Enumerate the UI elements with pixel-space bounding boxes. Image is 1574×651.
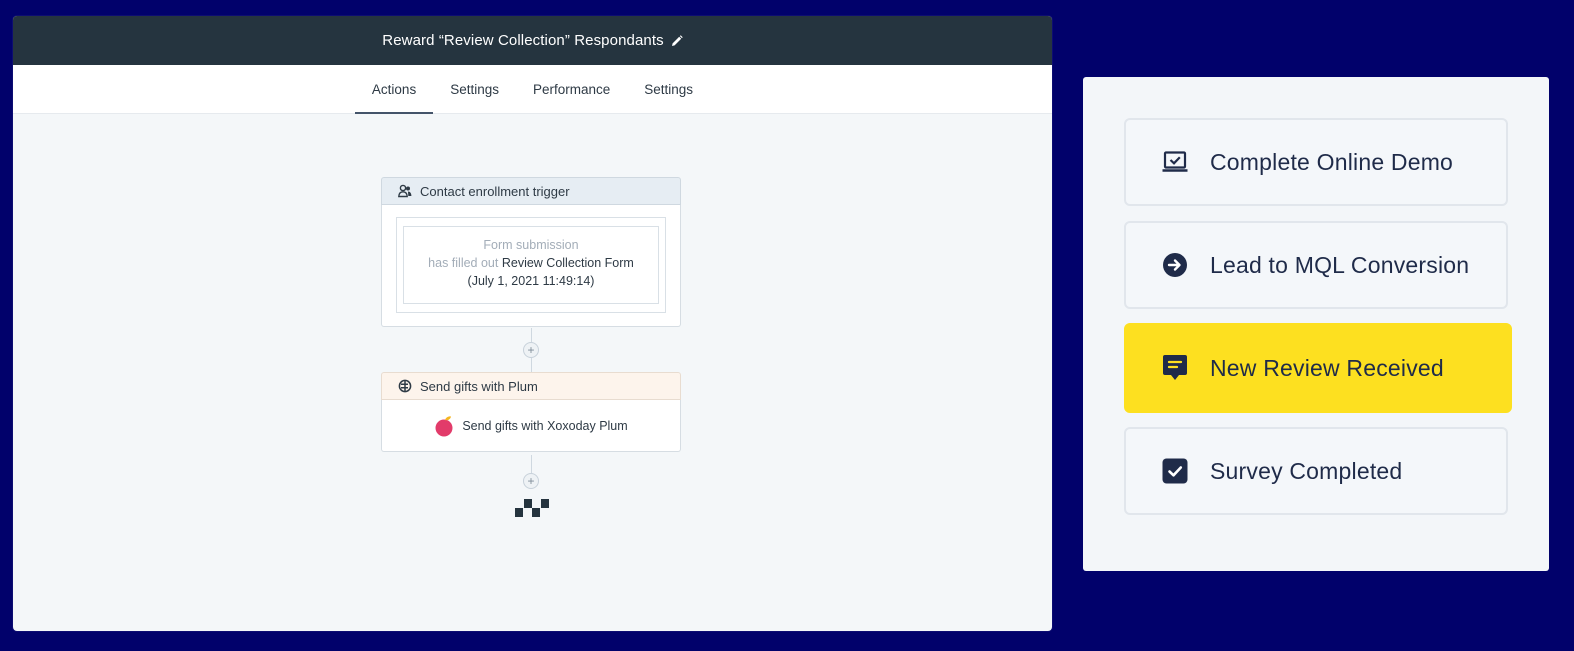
filter-condition: has filled out Review Collection Form: [404, 254, 658, 272]
trigger-filter-group: Form submission has filled out Review Co…: [396, 217, 666, 313]
goal-label: New Review Received: [1210, 354, 1444, 381]
workflow-title[interactable]: Reward “Review Collection” Respondants: [382, 32, 663, 49]
goal-label: Complete Online Demo: [1210, 148, 1454, 175]
add-step-button[interactable]: +: [523, 473, 539, 489]
send-gifts-action-card[interactable]: Send gifts with Plum Send gifts with Xox…: [381, 372, 681, 452]
workflow-canvas: Contact enrollment trigger Form submissi…: [13, 114, 1052, 631]
edit-pencil-icon[interactable]: [671, 34, 683, 47]
goals-panel: Complete Online Demo Lead to MQL Convers…: [1083, 77, 1549, 571]
integration-icon: [398, 379, 412, 393]
laptop-check-icon: [1162, 149, 1188, 175]
checkbox-icon: [1162, 458, 1188, 484]
tab-settings-2[interactable]: Settings: [627, 65, 710, 113]
enrollment-trigger-card[interactable]: Contact enrollment trigger Form submissi…: [381, 177, 681, 327]
action-title: Send gifts with Plum: [420, 378, 538, 394]
tab-performance[interactable]: Performance: [516, 65, 627, 113]
trigger-header: Contact enrollment trigger: [381, 177, 681, 205]
message-icon: [1162, 355, 1188, 381]
goal-new-review-received[interactable]: New Review Received: [1124, 323, 1512, 413]
action-body: Send gifts with Xoxoday Plum: [381, 400, 681, 452]
action-header: Send gifts with Plum: [381, 372, 681, 400]
filter-prefix: has filled out: [428, 256, 499, 270]
goal-survey-completed[interactable]: Survey Completed: [1124, 427, 1508, 515]
workflow-window: Reward “Review Collection” Respondants A…: [13, 16, 1052, 631]
arrow-circle-icon: [1162, 252, 1188, 278]
trigger-title: Contact enrollment trigger: [420, 183, 570, 199]
goal-label: Survey Completed: [1210, 457, 1403, 484]
workflow-tabs: Actions Settings Performance Settings: [13, 65, 1052, 114]
filter-type: Form submission: [483, 238, 579, 252]
add-step-button[interactable]: +: [523, 342, 539, 358]
trigger-filter[interactable]: Form submission has filled out Review Co…: [403, 226, 659, 304]
goal-label: Lead to MQL Conversion: [1210, 251, 1470, 278]
goal-lead-to-mql-conversion[interactable]: Lead to MQL Conversion: [1124, 221, 1508, 309]
trigger-body: Form submission has filled out Review Co…: [381, 205, 681, 327]
filter-form-name: Review Collection Form: [501, 256, 634, 270]
workflow-titlebar: Reward “Review Collection” Respondants: [13, 16, 1052, 65]
end-flag-icon: [515, 499, 550, 522]
plum-logo: [434, 415, 454, 437]
tab-settings[interactable]: Settings: [433, 65, 516, 113]
goal-complete-online-demo[interactable]: Complete Online Demo: [1124, 118, 1508, 206]
tab-actions[interactable]: Actions: [354, 65, 434, 114]
contacts-icon: [398, 184, 412, 198]
action-description: Send gifts with Xoxoday Plum: [462, 418, 628, 433]
filter-date: (July 1, 2021 11:49:14): [467, 274, 595, 288]
